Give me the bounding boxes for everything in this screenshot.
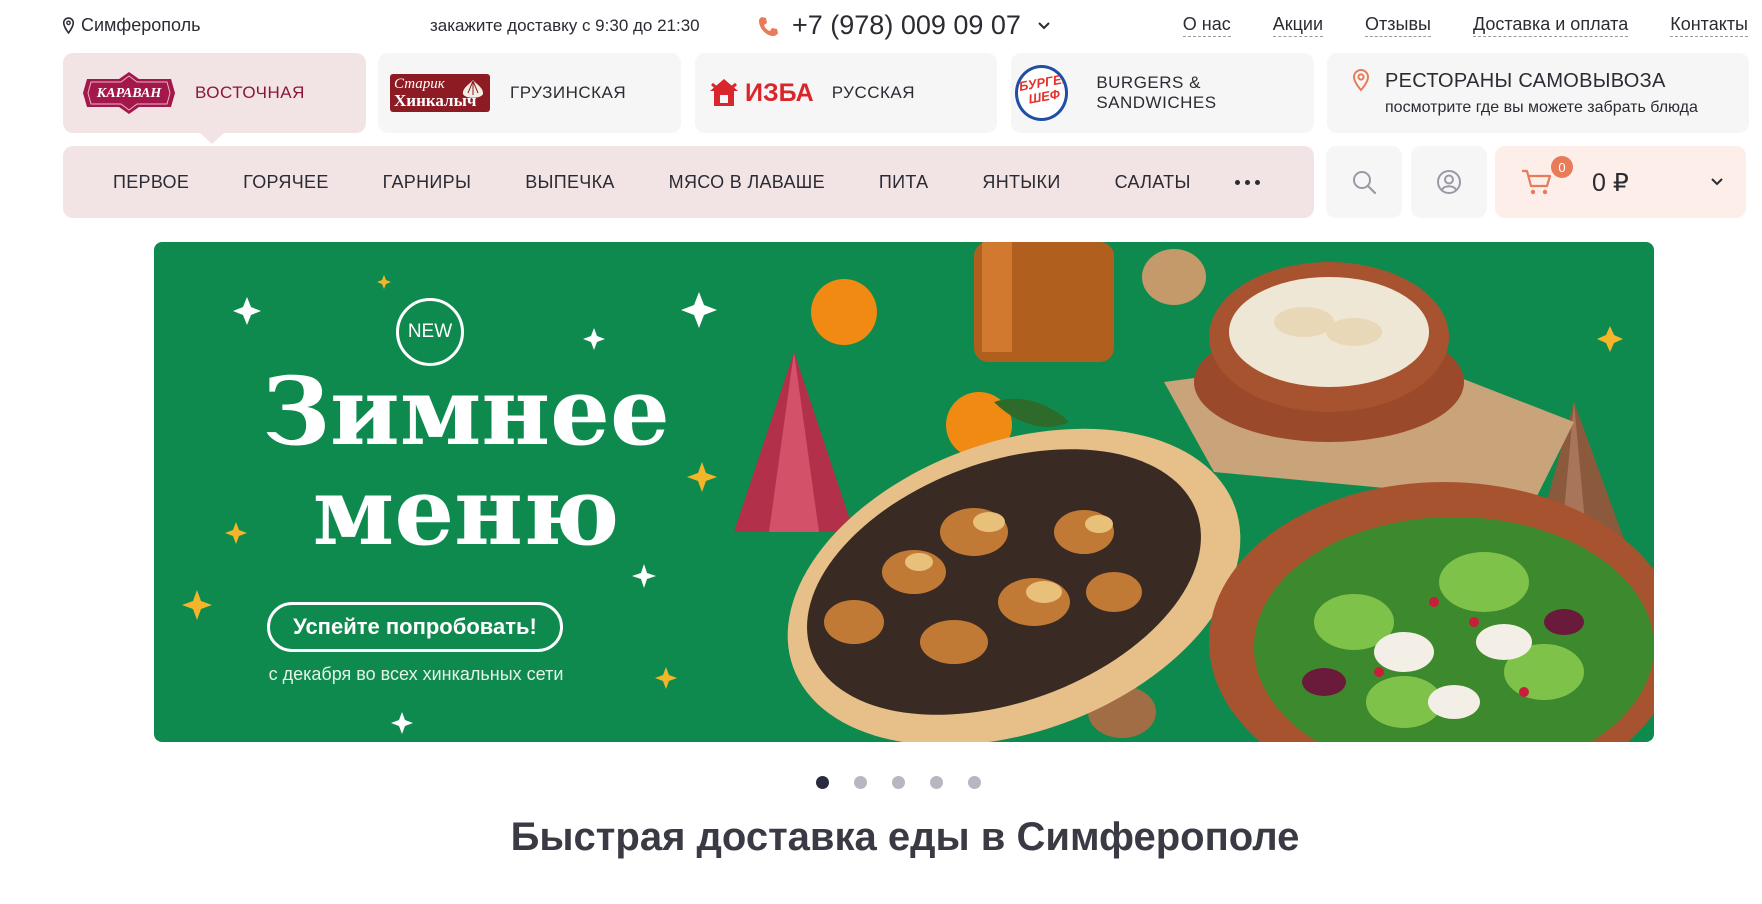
brand-label-georgian: ГРУЗИНСКАЯ	[510, 83, 627, 102]
new-badge: NEW	[396, 298, 464, 366]
cart-total: 0 ₽	[1592, 169, 1629, 197]
phone-selector[interactable]: +7 (978) 009 09 07	[758, 10, 1051, 41]
location-pin-icon	[1352, 68, 1370, 92]
account-button[interactable]	[1411, 146, 1487, 218]
pickup-title: РЕСТОРАНЫ САМОВЫВОЗА	[1385, 69, 1666, 92]
brand-card-hinkalych[interactable]: Старик Хинкалыч ГРУЗИНСКАЯ	[378, 53, 681, 133]
banner-subtitle: с декабря во всех хинкальных сети	[268, 664, 564, 684]
category-nav: ПЕРВОЕ ГОРЯЧЕЕ ГАРНИРЫ ВЫПЕЧКА МЯСО В ЛА…	[63, 146, 1314, 218]
search-button[interactable]	[1326, 146, 1402, 218]
karavan-logo-text: КАРАВАН	[96, 86, 163, 101]
slider-dot[interactable]	[968, 776, 981, 789]
slider-dot[interactable]	[930, 776, 943, 789]
brand-label-burgers: BURGERS & SANDWICHES	[1096, 73, 1217, 112]
chevron-down-icon	[1711, 178, 1723, 186]
user-icon	[1437, 170, 1461, 194]
city-name: Симферополь	[81, 15, 201, 35]
category-yantyki[interactable]: ЯНТЫКИ	[982, 172, 1060, 193]
page-heading: Быстрая доставка еды в Симферополе	[510, 815, 1300, 859]
izba-logo-text: ИЗБА	[745, 78, 814, 107]
banner-cta-button[interactable]: Успейте попробовать!	[267, 602, 563, 652]
izba-logo: ИЗБА	[707, 76, 814, 110]
phone-icon	[759, 16, 778, 36]
link-delivery-payment[interactable]: Доставка и оплата	[1472, 14, 1629, 37]
burger-chef-logo: БУРГЕР ШЕФ	[1015, 65, 1069, 121]
pickup-text: РЕСТОРАНЫ САМОВЫВОЗА посмотрите где вы м…	[1385, 70, 1698, 117]
city-selector[interactable]: Симферополь	[62, 15, 201, 36]
category-meat-in-lavash[interactable]: МЯСО В ЛАВАШЕ	[669, 172, 825, 193]
izba-house-icon	[710, 79, 738, 106]
category-hot-dishes[interactable]: ГОРЯЧЕЕ	[243, 172, 328, 193]
more-dots-icon	[1254, 179, 1260, 185]
link-about[interactable]: О нас	[1182, 14, 1231, 37]
banner-title-line1: Зимнее	[262, 357, 670, 467]
category-pita[interactable]: ПИТА	[879, 172, 928, 193]
slider-pagination	[816, 776, 981, 789]
slider-dot[interactable]	[816, 776, 829, 789]
hinkalych-logo: Старик Хинкалыч	[390, 74, 490, 112]
slider-dot[interactable]	[892, 776, 905, 789]
link-contacts[interactable]: Контакты	[1670, 14, 1748, 37]
cart-count-badge: 0	[1551, 156, 1573, 178]
search-icon	[1353, 171, 1377, 195]
banner-title-line2: меню	[312, 457, 620, 567]
burger-chef-logo-text: БУРГЕР ШЕФ	[1017, 70, 1069, 107]
khinkali-icon	[462, 80, 484, 98]
pickup-subtitle: посмотрите где вы можете забрать блюда	[1385, 98, 1698, 116]
brand-card-karavan[interactable]: КАРАВАН ВОСТОЧНАЯ	[63, 53, 366, 133]
active-brand-pointer	[198, 131, 226, 144]
promo-banner[interactable]: NEW Зимнее меню Успейте попробовать! с д…	[154, 242, 1654, 742]
more-categories-button[interactable]	[1234, 179, 1260, 185]
brand-label-oriental: ВОСТОЧНАЯ	[195, 83, 305, 102]
delivery-hours: закажите доставку с 9:30 до 21:30	[430, 16, 700, 35]
brand-card-burger-chef[interactable]: БУРГЕР ШЕФ BURGERS & SANDWICHES	[1011, 53, 1314, 133]
more-dots-icon	[1234, 179, 1240, 185]
category-side-dishes[interactable]: ГАРНИРЫ	[383, 172, 472, 193]
pickup-restaurants-card[interactable]: РЕСТОРАНЫ САМОВЫВОЗА посмотрите где вы м…	[1327, 53, 1749, 133]
category-first-courses[interactable]: ПЕРВОЕ	[113, 172, 189, 193]
brand-label-russian: РУССКАЯ	[831, 83, 916, 102]
phone-number: +7 (978) 009 09 07	[792, 10, 1021, 40]
brand-card-izba[interactable]: ИЗБА РУССКАЯ	[695, 53, 997, 133]
chevron-down-icon	[1038, 21, 1050, 29]
karavan-logo: КАРАВАН	[83, 72, 175, 114]
category-salads[interactable]: САЛАТЫ	[1115, 172, 1191, 193]
category-pastry[interactable]: ВЫПЕЧКА	[525, 172, 614, 193]
cart-icon	[1522, 169, 1552, 195]
cart-button[interactable]: 0 0 ₽	[1495, 146, 1746, 218]
location-pin-icon	[62, 17, 75, 34]
slider-dot[interactable]	[854, 776, 867, 789]
banner-title: Зимнее меню	[226, 362, 706, 562]
link-promotions[interactable]: Акции	[1272, 14, 1324, 37]
top-bar: Симферополь закажите доставку с 9:30 до …	[0, 0, 1762, 50]
more-dots-icon	[1244, 179, 1250, 185]
top-links: О нас Акции Отзывы Доставка и оплата Кон…	[1182, 14, 1748, 37]
link-reviews[interactable]: Отзывы	[1365, 14, 1431, 37]
